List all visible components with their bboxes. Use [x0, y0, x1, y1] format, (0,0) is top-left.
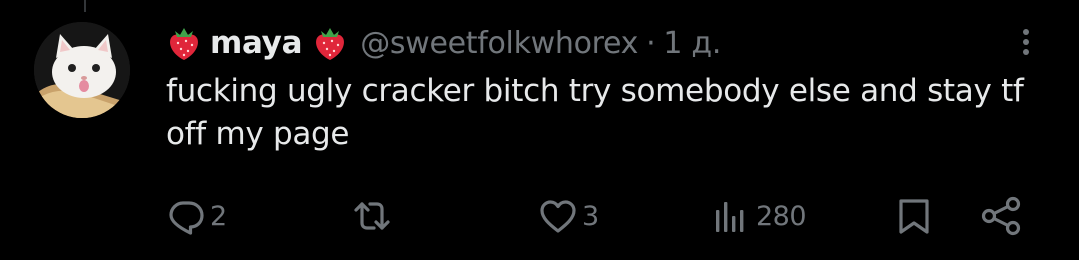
strawberry-icon	[312, 24, 348, 62]
heart-icon	[540, 200, 576, 233]
strawberry-icon	[166, 24, 202, 62]
tweet-header: maya @sweetfolkwhorex · 1 д.	[166, 20, 721, 66]
avatar[interactable]	[34, 22, 130, 118]
repost-icon	[354, 202, 390, 230]
thread-connector-line	[84, 0, 86, 12]
display-name[interactable]: maya	[210, 25, 303, 61]
share-icon	[981, 196, 1021, 236]
view-count: 280	[756, 200, 807, 232]
reply-button[interactable]: 2	[166, 196, 227, 236]
user-handle[interactable]: @sweetfolkwhorex	[360, 26, 638, 61]
like-count: 3	[582, 200, 599, 232]
header-separator: ·	[646, 25, 656, 61]
avatar-cat-image	[34, 22, 130, 118]
post-timestamp[interactable]: 1 д.	[663, 26, 721, 61]
views-button[interactable]: 280	[712, 196, 807, 236]
reply-count: 2	[210, 200, 227, 232]
repost-button[interactable]	[350, 196, 398, 236]
share-button[interactable]	[980, 196, 1024, 236]
bookmark-icon	[899, 199, 929, 234]
more-vertical-icon	[1023, 29, 1029, 55]
reply-icon	[169, 201, 204, 235]
like-button[interactable]: 3	[538, 196, 599, 236]
bookmark-button[interactable]	[894, 196, 934, 236]
analytics-icon	[716, 202, 744, 232]
more-options-button[interactable]	[1014, 24, 1038, 60]
tweet-text: fucking ugly cracker bitch try somebody …	[166, 73, 1024, 152]
